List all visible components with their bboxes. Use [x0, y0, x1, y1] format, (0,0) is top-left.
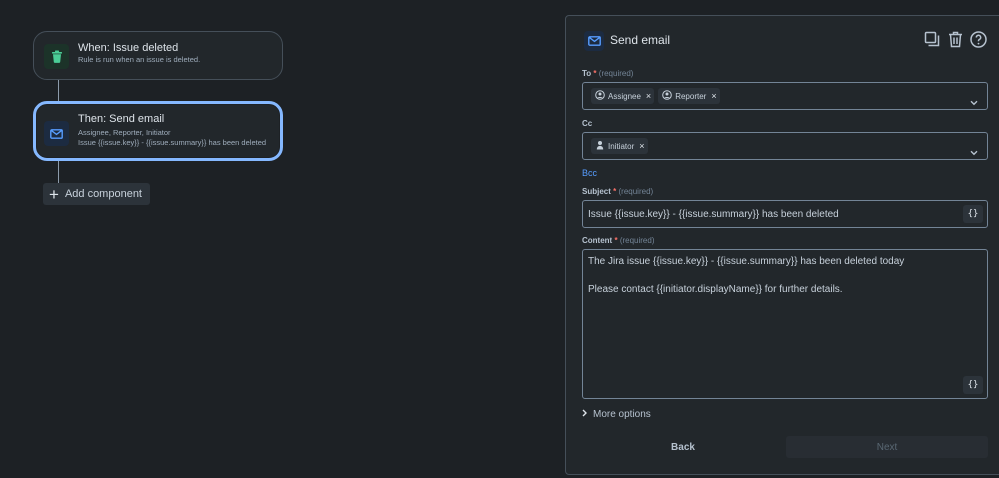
user-circle-icon [662, 90, 672, 102]
back-button[interactable]: Back [582, 436, 784, 458]
cc-select[interactable]: Initiator × [582, 132, 988, 160]
chip-reporter: Reporter × [658, 88, 720, 104]
send-email-panel: Send email To * (required) Assignee × Re… [565, 15, 999, 475]
chevron-right-icon [582, 409, 587, 420]
content-line: The Jira issue {{issue.key}} - {{issue.s… [588, 256, 905, 267]
mail-icon [44, 121, 69, 146]
required-hint: (required) [618, 187, 654, 196]
chevron-down-icon[interactable] [970, 93, 978, 111]
content-textarea[interactable]: The Jira issue {{issue.key}} - {{issue.s… [582, 249, 988, 399]
action-subject: Issue {{issue.key}} - {{issue.summary}} … [78, 138, 267, 147]
user-circle-icon [595, 90, 605, 102]
required-star: * [614, 236, 618, 245]
add-component-label: Add component [64, 188, 142, 200]
subject-value: Issue {{issue.key}} - {{issue.summary}} … [588, 208, 839, 220]
trigger-title: When: Issue deleted [78, 42, 179, 54]
to-label-text: To [582, 69, 592, 78]
content-line: Please contact {{initiator.displayName}}… [588, 284, 843, 295]
required-hint: (required) [598, 69, 634, 78]
remove-chip-icon[interactable]: × [646, 91, 651, 101]
delete-icon[interactable] [946, 29, 964, 49]
mail-icon [584, 31, 604, 51]
panel-actions [923, 29, 987, 49]
trigger-subtitle: Rule is run when an issue is deleted. [78, 55, 201, 64]
help-icon[interactable] [969, 29, 987, 49]
bcc-link[interactable]: Bcc [582, 168, 597, 178]
content-label: Content * (required) [582, 236, 655, 245]
subject-input[interactable]: Issue {{issue.key}} - {{issue.summary}} … [582, 200, 988, 228]
action-title: Then: Send email [78, 113, 165, 125]
trigger-card[interactable]: When: Issue deleted Rule is run when an … [33, 31, 283, 80]
more-options-toggle[interactable]: More options [582, 409, 651, 420]
next-button[interactable]: Next [786, 436, 988, 458]
subject-label: Subject * (required) [582, 187, 653, 196]
flow-connector [58, 80, 59, 101]
required-hint: (required) [619, 236, 655, 245]
chip-label: Reporter [675, 91, 707, 101]
chip-initiator: Initiator × [591, 138, 648, 154]
trash-icon [44, 44, 69, 69]
smart-value-button[interactable]: {} [963, 205, 983, 223]
plus-icon: + [49, 184, 59, 204]
action-recipients: Assignee, Reporter, Initiator [78, 128, 171, 137]
panel-title: Send email [610, 33, 671, 47]
to-label: To * (required) [582, 69, 633, 78]
remove-chip-icon[interactable]: × [711, 91, 716, 101]
more-options-label: More options [593, 409, 651, 420]
required-star: * [593, 69, 597, 78]
chip-assignee: Assignee × [591, 88, 655, 104]
flow-connector [58, 161, 59, 183]
duplicate-icon[interactable] [923, 29, 941, 49]
cc-label: Cc [582, 119, 593, 128]
remove-chip-icon[interactable]: × [639, 141, 644, 151]
add-component-button[interactable]: + Add component [43, 183, 150, 205]
chip-label: Initiator [608, 141, 635, 151]
chevron-down-icon[interactable] [970, 143, 978, 161]
to-select[interactable]: Assignee × Reporter × [582, 82, 988, 110]
content-label-text: Content [582, 236, 613, 245]
subject-label-text: Subject [582, 187, 611, 196]
action-card[interactable]: Then: Send email Assignee, Reporter, Ini… [33, 101, 283, 161]
required-star: * [613, 187, 617, 196]
person-icon [595, 140, 605, 152]
smart-value-button[interactable]: {} [963, 376, 983, 394]
chip-label: Assignee [608, 91, 641, 101]
